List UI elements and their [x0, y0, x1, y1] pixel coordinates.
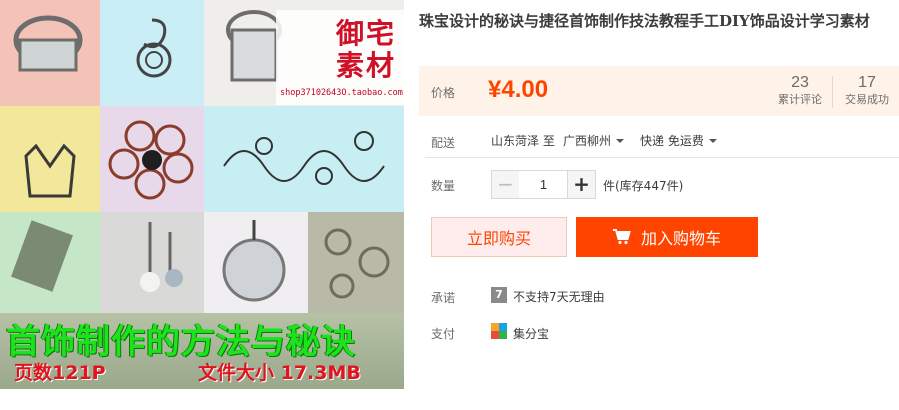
decrease-button[interactable]: −: [491, 170, 520, 199]
stock-text: 件(库存447件): [603, 179, 684, 193]
reviews-stat[interactable]: 23 累计评论: [770, 74, 830, 108]
image-pages-text: 页数121P: [14, 362, 106, 384]
caret-down-icon: [708, 139, 717, 143]
increase-button[interactable]: +: [567, 170, 596, 199]
sales-count: 17: [858, 74, 876, 91]
price-label: 价格: [431, 86, 456, 100]
delivery-destination-select[interactable]: 广西柳州: [563, 132, 625, 149]
jewelry-tile: [100, 106, 204, 212]
buy-now-button[interactable]: 立即购买: [431, 217, 567, 257]
product-title: 珠宝设计的秘诀与捷径首饰制作技法教程手工DIY饰品设计学习素材: [419, 12, 870, 30]
divider: [425, 157, 899, 158]
reviews-label: 累计评论: [778, 93, 822, 106]
price-value: ¥4.00: [488, 76, 549, 103]
promise-label: 承诺: [431, 291, 456, 305]
image-size-text: 文件大小 17.3MB: [198, 362, 361, 384]
seven-day-icon: 7: [491, 287, 507, 303]
delivery-destination: 广西柳州: [563, 134, 612, 148]
delivery-from: 山东菏泽 至: [491, 134, 555, 148]
add-to-cart-label: 加入购物车: [640, 229, 721, 248]
jewelry-tile: [308, 212, 404, 313]
cart-icon: [612, 229, 631, 245]
jewelry-tile: [0, 0, 100, 106]
product-image[interactable]: 御宅素材 shop37102643O.taobao.com 首饰制作的方法与秘诀…: [0, 0, 404, 389]
jewelry-tile: [100, 0, 204, 106]
delivery-label: 配送: [431, 136, 456, 150]
jewelry-tile: [0, 106, 100, 212]
reviews-count: 23: [791, 74, 809, 91]
sales-stat: 17 交易成功: [837, 74, 897, 108]
payment-method[interactable]: 集分宝: [513, 325, 549, 342]
promise-text[interactable]: 不支持7天无理由: [513, 288, 605, 305]
delivery-method-select[interactable]: 快递 免运费: [640, 132, 717, 149]
delivery-method: 快递 免运费: [640, 134, 704, 148]
quantity-input[interactable]: [519, 170, 568, 199]
stat-divider: [832, 76, 833, 108]
quantity-stepper: − +: [491, 170, 597, 199]
caret-down-icon: [616, 139, 625, 143]
add-to-cart-button[interactable]: 加入购物车: [576, 217, 758, 257]
image-caption: 首饰制作的方法与秘诀: [6, 322, 356, 362]
payment-label: 支付: [431, 327, 456, 341]
sales-label: 交易成功: [845, 93, 889, 106]
quantity-label: 数量: [431, 179, 456, 193]
shop-stamp-url: shop37102643O.taobao.com: [280, 88, 403, 98]
jewelry-tile: [100, 212, 204, 313]
jewelry-tile: [204, 212, 308, 313]
shop-stamp-text: 御宅素材: [336, 17, 397, 82]
jewelry-tile: [0, 212, 100, 313]
jewelry-tile: [204, 106, 404, 212]
jifenbao-icon: [491, 323, 507, 339]
